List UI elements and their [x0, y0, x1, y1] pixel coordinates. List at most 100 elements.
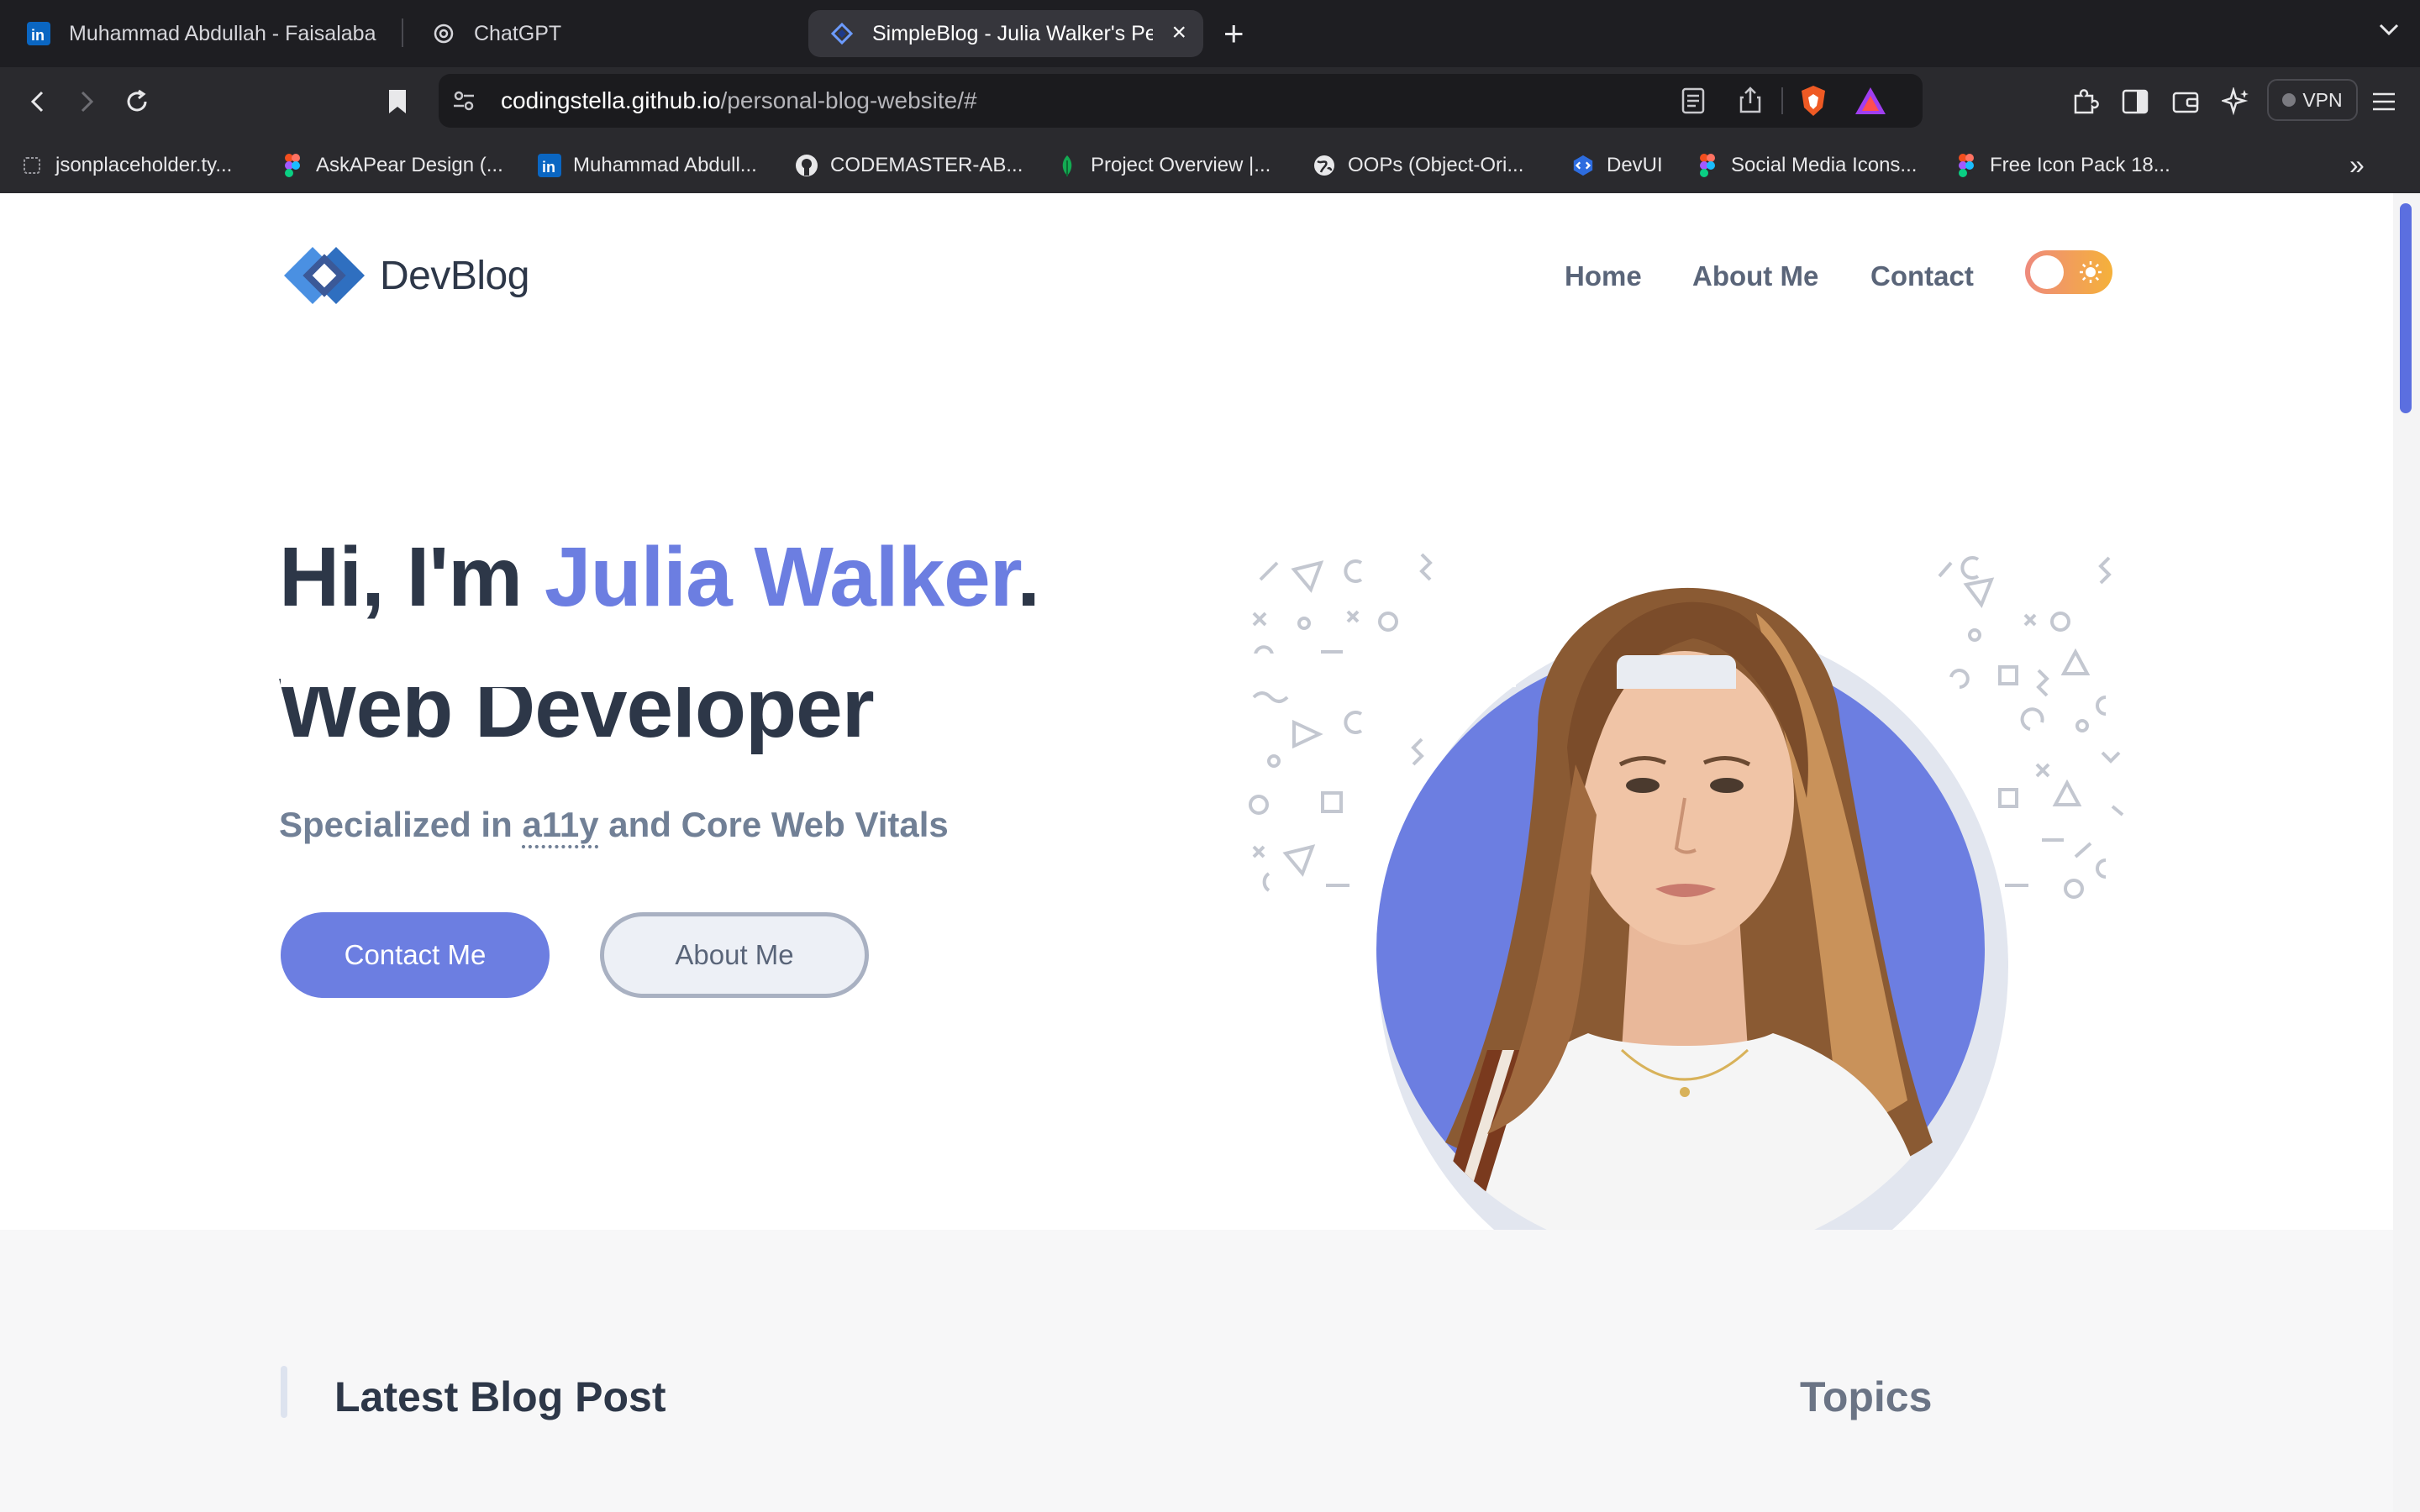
- reload-icon: [127, 89, 147, 112]
- tab-title: ChatGPT: [474, 21, 562, 45]
- tab-linkedin[interactable]: in Muhammad Abdullah - Faisalabad: [5, 10, 398, 57]
- tab-title: SimpleBlog - Julia Walker's Personal Blo…: [872, 21, 1153, 45]
- latest-blog-post-title: Latest Blog Post: [334, 1373, 666, 1420]
- figma-icon: [281, 154, 304, 177]
- extensions-button[interactable]: [2065, 82, 2104, 121]
- github-icon: [795, 154, 818, 177]
- bookmark-label: AskAPear Design (...: [316, 154, 503, 176]
- back-button[interactable]: [18, 82, 57, 121]
- bookmark-label: Free Icon Pack 18...: [1990, 154, 2170, 176]
- about-me-button[interactable]: About Me: [600, 912, 869, 998]
- bookmark-item[interactable]: OOPs (Object-Ori...: [1313, 151, 1523, 180]
- back-arrow-icon: [30, 91, 44, 113]
- scrollbar-thumb[interactable]: [2400, 203, 2412, 413]
- nav-contact[interactable]: Contact: [1870, 260, 1974, 292]
- bookmark-icon: [389, 90, 406, 113]
- theme-toggle[interactable]: [2025, 250, 2112, 294]
- ai-sparkle-icon: [2222, 87, 2249, 116]
- forward-button[interactable]: [67, 82, 106, 121]
- bookmark-label: Project Overview |...: [1091, 154, 1271, 176]
- tab-list-chevron-icon[interactable]: [2376, 17, 2402, 46]
- chatgpt-icon: [432, 22, 455, 45]
- browser-tab-bar: in Muhammad Abdullah - Faisalabad ChatGP…: [0, 0, 2420, 67]
- vpn-status-dot: [2282, 93, 2296, 107]
- tab-chatgpt[interactable]: ChatGPT: [410, 10, 797, 57]
- wallet-icon: [2172, 92, 2199, 113]
- puzzle-icon: [2074, 89, 2099, 114]
- close-tab-icon[interactable]: ×: [1171, 20, 1186, 45]
- latest-posts-section: Latest Blog Post Topics: [0, 1230, 2393, 1512]
- new-tab-button[interactable]: +: [1223, 13, 1244, 54]
- leaf-icon: [1055, 154, 1079, 177]
- site-logo[interactable]: DevBlog: [279, 242, 529, 309]
- bookmark-label: OOPs (Object-Ori...: [1348, 154, 1524, 176]
- contact-me-button[interactable]: Contact Me: [281, 912, 550, 998]
- figma-icon: [1696, 154, 1719, 177]
- sun-icon: [2080, 261, 2102, 283]
- page-scrollbar[interactable]: [2393, 193, 2420, 1512]
- topic-chip[interactable]: [1617, 655, 1736, 689]
- section-title-bar: [281, 1366, 287, 1418]
- subtitle-prefix: Specialized in: [279, 805, 523, 844]
- logo-text: DevBlog: [380, 253, 529, 298]
- more-bookmarks-chevron-icon[interactable]: »: [2349, 150, 2365, 181]
- toggle-knob: [2030, 255, 2064, 289]
- svg-text:in: in: [542, 159, 555, 176]
- linkedin-icon: in: [538, 154, 561, 177]
- page-icon: [20, 154, 44, 177]
- topics-title: Topics: [1800, 1373, 1933, 1420]
- bookmark-label: jsonplaceholder.ty...: [55, 154, 233, 176]
- menu-button[interactable]: [2365, 82, 2403, 121]
- linkedin-icon: in: [27, 22, 50, 45]
- hero-portrait: [1249, 553, 2124, 1306]
- greeting-text: Hi, I'm: [279, 530, 544, 624]
- url-text[interactable]: codingstella.github.io/personal-blog-web…: [501, 87, 977, 114]
- hamburger-menu-icon: [2373, 92, 2395, 111]
- bookmark-item[interactable]: Project Overview |...: [1055, 151, 1270, 180]
- hero-greeting: Hi, I'm Julia Walker.: [279, 529, 1040, 626]
- devblog-icon: [830, 22, 854, 45]
- bookmark-item[interactable]: Social Media Icons...: [1696, 151, 1917, 180]
- blog-post-card[interactable]: [281, 654, 1516, 687]
- bookmark-label: CODEMASTER-AB...: [830, 154, 1023, 176]
- bookmark-item[interactable]: jsonplaceholder.ty...: [20, 151, 232, 180]
- sidebar-icon: [2122, 89, 2149, 114]
- bookmark-label: Social Media Icons...: [1731, 154, 1918, 176]
- url-host: codingstella.github.io: [501, 87, 721, 113]
- svg-text:in: in: [31, 27, 45, 44]
- bookmark-item[interactable]: AskAPear Design (...: [281, 151, 503, 180]
- share-icon: [1739, 87, 1761, 113]
- bookmark-item[interactable]: CODEMASTER-AB...: [795, 151, 1023, 180]
- a11y-abbr: a11y: [522, 805, 599, 844]
- vpn-label: VPN: [2302, 88, 2343, 111]
- globe-icon: [1313, 154, 1336, 177]
- browser-toolbar: codingstella.github.io/personal-blog-web…: [0, 67, 2420, 136]
- bookmark-item[interactable]: Free Icon Pack 18...: [1954, 151, 2170, 180]
- bookmarks-bar: jsonplaceholder.ty... AskAPear Design (.…: [0, 136, 2420, 193]
- tab-simpleblog[interactable]: SimpleBlog - Julia Walker's Personal Blo…: [808, 10, 1203, 57]
- nav-about[interactable]: About Me: [1692, 260, 1818, 292]
- reload-button[interactable]: [118, 82, 156, 121]
- brave-shields-icon: [1802, 86, 1825, 116]
- address-bar[interactable]: codingstella.github.io/personal-blog-web…: [439, 74, 1923, 128]
- bookmark-item[interactable]: in Muhammad Abdull...: [538, 151, 757, 180]
- devui-icon: [1571, 154, 1595, 177]
- subtitle-suffix: and Core Web Vitals: [598, 805, 949, 844]
- leo-ai-button[interactable]: [2217, 82, 2255, 121]
- bookmark-button[interactable]: [378, 82, 417, 121]
- hero-subtitle: Specialized in a11y and Core Web Vitals: [279, 805, 949, 845]
- figma-icon: [1954, 154, 1978, 177]
- url-path: /personal-blog-website/#: [720, 87, 977, 113]
- wallet-button[interactable]: [2166, 82, 2205, 121]
- web-page: DevBlog Home About Me Contact Hi, I'm Ju…: [0, 193, 2393, 1512]
- omnibox-divider: [1781, 87, 1783, 114]
- greeting-period: .: [1017, 530, 1040, 624]
- sidebar-button[interactable]: [2116, 82, 2154, 121]
- bookmark-label: Muhammad Abdull...: [573, 154, 757, 176]
- brave-rewards-icon: [1855, 87, 1886, 114]
- bookmark-item[interactable]: DevUI: [1571, 151, 1663, 180]
- vpn-button[interactable]: VPN: [2267, 79, 2358, 121]
- nav-home[interactable]: Home: [1565, 260, 1642, 292]
- bookmark-label: DevUI: [1607, 154, 1663, 176]
- tab-title: Muhammad Abdullah - Faisalabad: [69, 21, 376, 45]
